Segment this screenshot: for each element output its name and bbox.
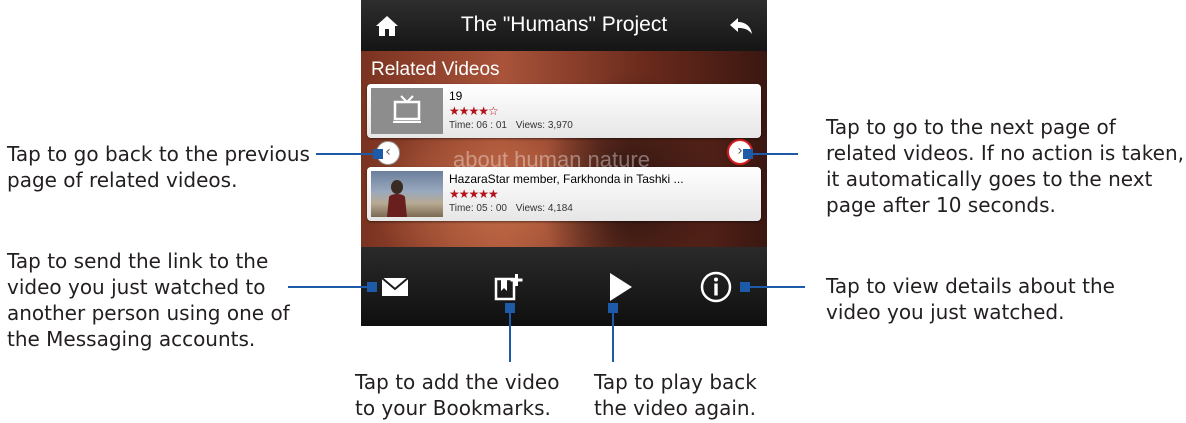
video-meta: Time: 06 : 01 Views: 3,970 [449, 120, 579, 131]
video-thumbnail [371, 88, 443, 134]
callout-bookmark: Tap to add the video to your Bookmarks. [355, 370, 560, 420]
video-meta: Time: 05 : 00 Views: 4,184 [449, 203, 579, 214]
callout-dot-bookmark [505, 303, 515, 313]
info-icon[interactable] [696, 267, 736, 307]
person-image [387, 180, 407, 217]
callout-send-link: Tap to send the link to the video you ju… [7, 249, 290, 351]
callout-dot-next [743, 149, 753, 159]
callout-line-next [748, 153, 798, 155]
video-time: Time: 05 : 00 [449, 203, 507, 214]
tv-icon [393, 95, 421, 123]
video-title: HazaraStar member, Farkhonda in Tashki .… [449, 172, 684, 186]
back-arrow-icon[interactable] [727, 12, 755, 40]
video-time: Time: 06 : 01 [449, 120, 507, 131]
callout-line-send [288, 286, 370, 288]
callout-line-play [612, 306, 614, 362]
related-video-item[interactable]: 19 ★★★★☆ Time: 06 : 01 Views: 3,970 [367, 84, 761, 138]
phone-screen: The "Humans" Project Related Videos abou… [361, 0, 767, 326]
related-videos-panel: Related Videos about human nature 19 ★★★… [361, 51, 767, 247]
callout-prev-page: Tap to go back to the previous page of r… [7, 142, 310, 192]
callout-line-details [745, 286, 805, 288]
video-views: Views: 3,970 [515, 120, 573, 131]
callout-dot-prev [373, 149, 383, 159]
callout-next-page: Tap to go to the next page of related vi… [826, 115, 1184, 217]
rating-stars: ★★★★★ [449, 187, 499, 201]
video-views: Views: 4,184 [515, 203, 573, 214]
callout-line-prev [316, 153, 376, 155]
related-videos-heading: Related Videos [371, 59, 500, 80]
video-title: 19 [449, 89, 463, 103]
related-video-item[interactable]: HazaraStar member, Farkhonda in Tashki .… [367, 167, 761, 221]
callout-dot-play [608, 303, 618, 313]
rating-stars: ★★★★☆ [449, 104, 499, 118]
video-thumbnail [371, 171, 443, 217]
play-icon[interactable] [599, 267, 639, 307]
callout-dot-details [740, 282, 750, 292]
callout-play: Tap to play back the video again. [594, 370, 757, 420]
title-bar: The "Humans" Project [361, 0, 767, 51]
callout-line-bookmark [509, 306, 511, 362]
callout-details: Tap to view details about the video you … [826, 274, 1115, 324]
page-title: The "Humans" Project [460, 13, 668, 36]
bottom-toolbar [361, 247, 767, 326]
bookmark-add-icon[interactable] [488, 267, 528, 307]
mail-icon[interactable] [375, 267, 415, 307]
callout-dot-send [367, 282, 377, 292]
home-icon[interactable] [373, 12, 401, 40]
